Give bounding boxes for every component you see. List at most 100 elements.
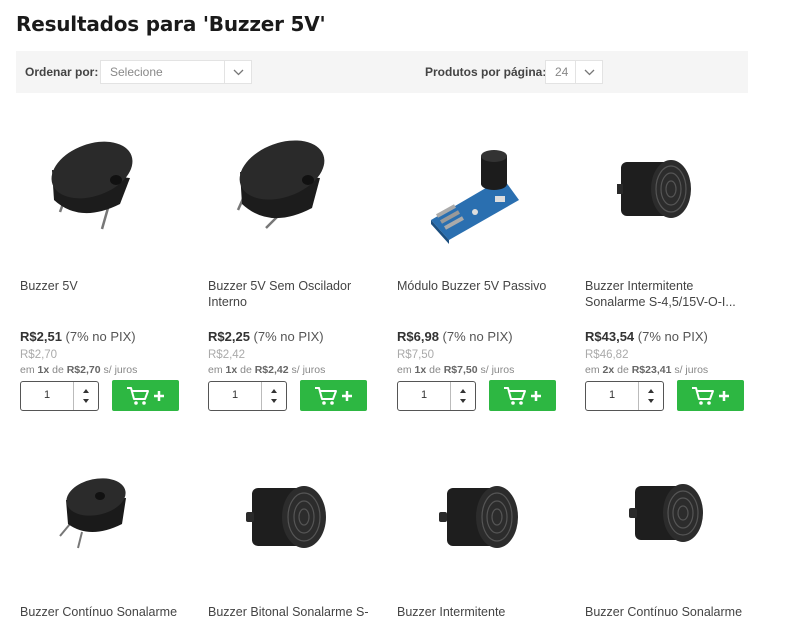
decrease-icon[interactable] — [271, 399, 277, 403]
inst-times: 1x — [414, 364, 427, 376]
inst-post: s/ juros — [100, 364, 138, 376]
inst-pre: em — [585, 364, 603, 376]
inst-times: 1x — [225, 364, 238, 376]
per-page-value: 24 — [555, 65, 569, 79]
product-name[interactable]: Módulo Buzzer 5V Passivo — [397, 278, 559, 294]
sonalarme-icon[interactable] — [585, 440, 745, 590]
installments: em 1x de R$2,42 s/ juros — [208, 364, 325, 376]
product-card: Buzzer 5V R$2,51 (7% no PIX) R$2,70 em 1… — [20, 112, 190, 422]
product-card: Buzzer Contínuo Sonalarme — [585, 440, 755, 624]
product-card: Buzzer Contínuo Sonalarme — [20, 440, 190, 624]
product-name[interactable]: Buzzer Intermitente — [397, 604, 559, 620]
inst-pre: em — [20, 364, 38, 376]
quantity-value[interactable]: 1 — [209, 389, 261, 401]
cart-plus-icon — [504, 387, 541, 405]
chevron-down-icon — [224, 61, 251, 83]
inst-pre: em — [397, 364, 415, 376]
add-to-cart-button[interactable] — [489, 380, 556, 411]
quantity-value[interactable]: 1 — [398, 389, 450, 401]
quantity-stepper[interactable]: 1 — [208, 381, 287, 411]
old-price: R$2,42 — [208, 349, 246, 361]
quantity-value[interactable]: 1 — [21, 389, 73, 401]
inst-times: 2x — [602, 364, 615, 376]
cart-plus-icon — [692, 387, 729, 405]
installments: em 1x de R$7,50 s/ juros — [397, 364, 514, 376]
product-card: Buzzer Bitonal Sonalarme S- — [208, 440, 378, 624]
increase-icon[interactable] — [83, 389, 89, 393]
sonalarme-icon[interactable] — [585, 112, 745, 262]
cart-plus-icon — [127, 387, 164, 405]
add-to-cart-button[interactable] — [112, 380, 179, 411]
old-price: R$46,82 — [585, 349, 629, 361]
inst-mid: de — [614, 364, 632, 376]
decrease-icon[interactable] — [83, 399, 89, 403]
installments: em 1x de R$2,70 s/ juros — [20, 364, 137, 376]
price-value: R$2,51 — [20, 329, 62, 344]
price-value: R$43,54 — [585, 329, 635, 344]
quantity-stepper[interactable]: 1 — [397, 381, 476, 411]
stepper-buttons — [450, 382, 476, 410]
product-name[interactable]: Buzzer Intermitente Sonalarme S-4,5/15V-… — [585, 278, 747, 310]
product-name[interactable]: Buzzer Bitonal Sonalarme S- — [208, 604, 370, 620]
product-price: R$2,25 (7% no PIX) — [208, 329, 324, 344]
decrease-icon[interactable] — [460, 399, 466, 403]
price-value: R$2,25 — [208, 329, 250, 344]
page-title: Resultados para 'Buzzer 5V' — [16, 12, 326, 36]
sort-label: Ordenar por: — [25, 65, 99, 79]
per-page-select[interactable]: 24 — [545, 60, 603, 84]
pix-discount: (7% no PIX) — [65, 329, 136, 344]
stepper-buttons — [261, 382, 287, 410]
pix-discount: (7% no PIX) — [442, 329, 513, 344]
old-price: R$2,70 — [20, 349, 58, 361]
sort-toolbar: Ordenar por: Selecione Produtos por pági… — [16, 51, 748, 93]
sort-select[interactable]: Selecione — [100, 60, 252, 84]
quantity-stepper[interactable]: 1 — [585, 381, 664, 411]
increase-icon[interactable] — [460, 389, 466, 393]
product-card: Buzzer Intermitente — [397, 440, 567, 624]
buzzer-pcb-icon[interactable] — [208, 112, 368, 262]
pix-discount: (7% no PIX) — [637, 329, 708, 344]
product-name[interactable]: Buzzer 5V Sem Oscilador Interno — [208, 278, 370, 310]
inst-value: R$7,50 — [443, 364, 478, 376]
old-price: R$7,50 — [397, 349, 435, 361]
inst-mid: de — [237, 364, 255, 376]
product-name[interactable]: Buzzer Contínuo Sonalarme — [20, 604, 182, 620]
buzzer-module-icon[interactable] — [397, 112, 557, 262]
installments: em 2x de R$23,41 s/ juros — [585, 364, 708, 376]
product-name[interactable]: Buzzer 5V — [20, 278, 182, 294]
buzzer-small-icon[interactable] — [20, 440, 180, 590]
product-card: Buzzer Intermitente Sonalarme S-4,5/15V-… — [585, 112, 755, 422]
inst-value: R$2,42 — [254, 364, 289, 376]
product-price: R$43,54 (7% no PIX) — [585, 329, 708, 344]
per-page-label: Produtos por página: — [425, 65, 547, 79]
add-to-cart-button[interactable] — [677, 380, 744, 411]
stepper-buttons — [638, 382, 664, 410]
decrease-icon[interactable] — [648, 399, 654, 403]
buzzer-pcb-icon[interactable] — [20, 112, 180, 262]
sonalarme-icon[interactable] — [208, 440, 368, 590]
quantity-stepper[interactable]: 1 — [20, 381, 99, 411]
increase-icon[interactable] — [648, 389, 654, 393]
inst-mid: de — [49, 364, 67, 376]
inst-times: 1x — [37, 364, 50, 376]
product-price: R$6,98 (7% no PIX) — [397, 329, 513, 344]
product-card: Buzzer 5V Sem Oscilador Interno R$2,25 (… — [208, 112, 378, 422]
product-name[interactable]: Buzzer Contínuo Sonalarme — [585, 604, 747, 620]
product-price: R$2,51 (7% no PIX) — [20, 329, 136, 344]
pix-discount: (7% no PIX) — [253, 329, 324, 344]
add-to-cart-button[interactable] — [300, 380, 367, 411]
product-card: Módulo Buzzer 5V Passivo R$6,98 (7% no P… — [397, 112, 567, 422]
chevron-down-icon — [575, 61, 602, 83]
sort-select-value: Selecione — [110, 65, 163, 79]
sonalarme-icon[interactable] — [397, 440, 557, 590]
increase-icon[interactable] — [271, 389, 277, 393]
inst-post: s/ juros — [477, 364, 515, 376]
inst-mid: de — [426, 364, 444, 376]
quantity-value[interactable]: 1 — [586, 389, 638, 401]
inst-pre: em — [208, 364, 226, 376]
cart-plus-icon — [315, 387, 352, 405]
inst-post: s/ juros — [288, 364, 326, 376]
inst-post: s/ juros — [671, 364, 709, 376]
inst-value: R$23,41 — [631, 364, 672, 376]
price-value: R$6,98 — [397, 329, 439, 344]
